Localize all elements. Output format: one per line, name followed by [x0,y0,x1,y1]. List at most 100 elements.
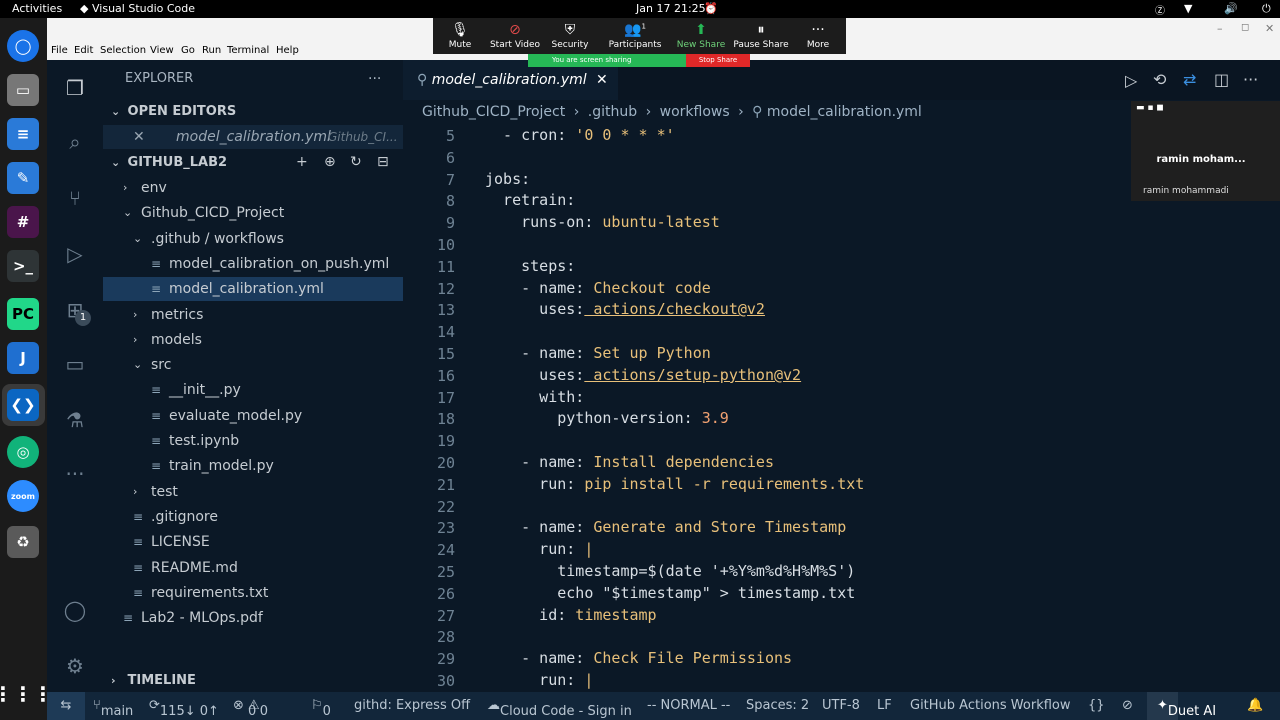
vscode-icon[interactable]: ❮❯ [7,389,39,421]
search-icon[interactable]: ⌕ [61,128,89,156]
sync-status[interactable]: ⟳ 115↓ 0↑ [149,698,219,719]
open-editor-item[interactable]: ✕ model_calibration.yml Github_CI... [103,125,403,149]
security-button[interactable]: ⛨ Security [540,22,600,50]
eol-status[interactable]: LF [877,698,892,713]
tree-file[interactable]: ≡ model_calibration_on_push.yml [103,252,403,276]
clock[interactable]: Jan 17 21:25 [636,2,706,15]
branch-status[interactable]: ⑂ main [93,698,133,719]
more-button[interactable]: ··· More [788,22,848,50]
testing-icon[interactable]: ⚗ [61,406,89,434]
writer-icon[interactable]: ≡ [7,118,39,150]
code-line[interactable]: - name: Set up Python [485,344,711,362]
code-line[interactable]: python-version: 3.9 [485,409,729,427]
gitkraken-icon[interactable]: ◎ [7,436,39,468]
copilot-off-icon[interactable]: ⊘ [1122,698,1133,713]
menu-help[interactable]: Help [276,45,299,56]
code-line[interactable]: runs-on: ubuntu-latest [485,213,720,231]
menu-terminal[interactable]: Terminal [227,45,269,56]
tree-file[interactable]: ≡ requirements.txt [103,581,403,605]
chromium-icon[interactable]: ◯ [7,30,39,62]
run-debug-icon[interactable]: ▷ [61,240,89,268]
code-line[interactable]: jobs: [485,170,530,188]
text-editor-icon[interactable]: ✎ [7,162,39,194]
code-line[interactable]: run: pip install -r requirements.txt [485,475,864,493]
code-line[interactable]: echo "$timestamp" > timestamp.txt [485,584,855,602]
terminal-icon[interactable]: >_ [7,250,39,282]
stop-share-button[interactable]: Stop Share [686,54,750,67]
new-share-button[interactable]: ⬆ New Share [671,22,731,50]
notifications-bell-icon[interactable]: 🔔 [1247,698,1263,713]
slack-icon[interactable]: # [7,206,39,238]
encoding-status[interactable]: UTF-8 [822,698,860,713]
new-folder-icon[interactable]: ⊕ [324,154,336,170]
refresh-icon[interactable]: ↻ [350,154,362,170]
video-thumbnail[interactable]: ▬ ▪ ◼ ramin moham... ramin mohammadi [1131,101,1280,201]
menu-selection[interactable]: Selection [100,45,146,56]
tree-file[interactable]: ≡ Lab2 - MLOps.pdf [103,606,403,630]
workspace-header[interactable]: ⌄ GITHUB_LAB2 [111,151,411,175]
tree-file[interactable]: ≡ __init__.py [103,378,403,402]
video-controls-icon[interactable]: ▬ ▪ ◼ [1136,103,1164,113]
tree-file[interactable]: ≡ train_model.py [103,454,403,478]
tree-file[interactable]: ≡ .gitignore [103,505,403,529]
crumb-file[interactable]: model_calibration.yml [767,104,922,120]
crumb-project[interactable]: Github_CICD_Project [422,104,565,120]
code-line[interactable]: with: [485,388,584,406]
tree-file[interactable]: ≡ LICENSE [103,530,403,554]
tree-file[interactable]: ≡ test.ipynb [103,429,403,453]
duet-ai-button[interactable]: ✦ Duet AI [1147,692,1216,720]
power-icon[interactable]: ⏻ [1262,2,1271,16]
tree-file[interactable]: ≡ README.md [103,556,403,580]
menu-run[interactable]: Run [202,45,221,56]
zoom-tray-icon[interactable]: Ⓩ [1155,2,1165,17]
network-icon[interactable]: ▼ [1184,2,1192,15]
tree-folder[interactable]: ⌄ .github / workflows [103,227,403,251]
new-file-icon[interactable]: + [296,154,308,170]
pause-share-button[interactable]: ⏸ Pause Share [731,22,791,50]
code-line[interactable]: id: timestamp [485,606,656,624]
tree-folder[interactable]: ⌄ src [103,353,403,377]
mute-button[interactable]: 🎙 Mute [430,22,490,50]
code-line[interactable]: uses: actions/setup-python@v2 [485,366,801,384]
tree-folder[interactable]: › models [103,328,403,352]
tree-folder[interactable]: ⌄ Github_CICD_Project [103,201,403,225]
show-apps-icon[interactable]: ⋮⋮⋮ [0,678,53,710]
code-line[interactable]: steps: [485,257,575,275]
run-icon[interactable]: ▷ [1125,71,1137,90]
trash-icon[interactable]: ♻ [7,526,39,558]
minimize-icon[interactable]: – [1217,22,1223,35]
menu-file[interactable]: File [51,45,68,56]
code-line[interactable]: - cron: '0 0 * * *' [485,126,675,144]
code-line[interactable]: - name: Checkout code [485,279,711,297]
tree-file[interactable]: ≡ model_calibration.yml [103,277,403,302]
activities-button[interactable]: Activities [12,2,62,15]
more-actions-icon[interactable]: ··· [1243,70,1258,89]
open-editors-header[interactable]: ⌄ OPEN EDITORS [111,100,411,124]
remote-indicator-icon[interactable]: ⇆ [47,692,85,720]
code-line[interactable]: retrain: [485,191,575,209]
joplin-icon[interactable]: J [7,342,39,374]
crumb-workflows[interactable]: workflows [660,104,730,120]
sync-icon[interactable]: ⇄ [1183,70,1196,89]
remote-explorer-icon[interactable]: ▭ [61,350,89,378]
volume-icon[interactable]: 🔊 [1224,2,1238,15]
code-line[interactable]: timestamp=$(date '+%Y%m%d%H%M%S') [485,562,855,580]
spaces-status[interactable]: Spaces: 2 [746,698,809,713]
crumb-github[interactable]: .github [588,104,637,120]
timeline-header[interactable]: › TIMELINE [111,669,411,693]
explorer-icon[interactable]: ❐ [61,74,89,102]
code-line[interactable]: uses: actions/checkout@v2 [485,300,765,318]
code-line[interactable]: - name: Check File Permissions [485,649,792,667]
tree-folder[interactable]: › test [103,480,403,504]
code-line[interactable]: - name: Install dependencies [485,453,774,471]
menu-go[interactable]: Go [181,45,195,56]
language-status[interactable]: GitHub Actions Workflow [910,698,1071,713]
menu-view[interactable]: View [150,45,174,56]
maximize-icon[interactable]: ◻ [1241,22,1249,33]
problems-status[interactable]: ⊗ 0 ⚠ 0 [233,698,268,719]
accounts-icon[interactable]: ◯ [61,596,89,624]
source-control-icon[interactable]: ⑂ [61,184,89,212]
participants-button[interactable]: 👥1 Participants [605,22,665,50]
close-icon[interactable]: ✕ [133,125,145,149]
code-line[interactable]: run: | [485,540,593,558]
